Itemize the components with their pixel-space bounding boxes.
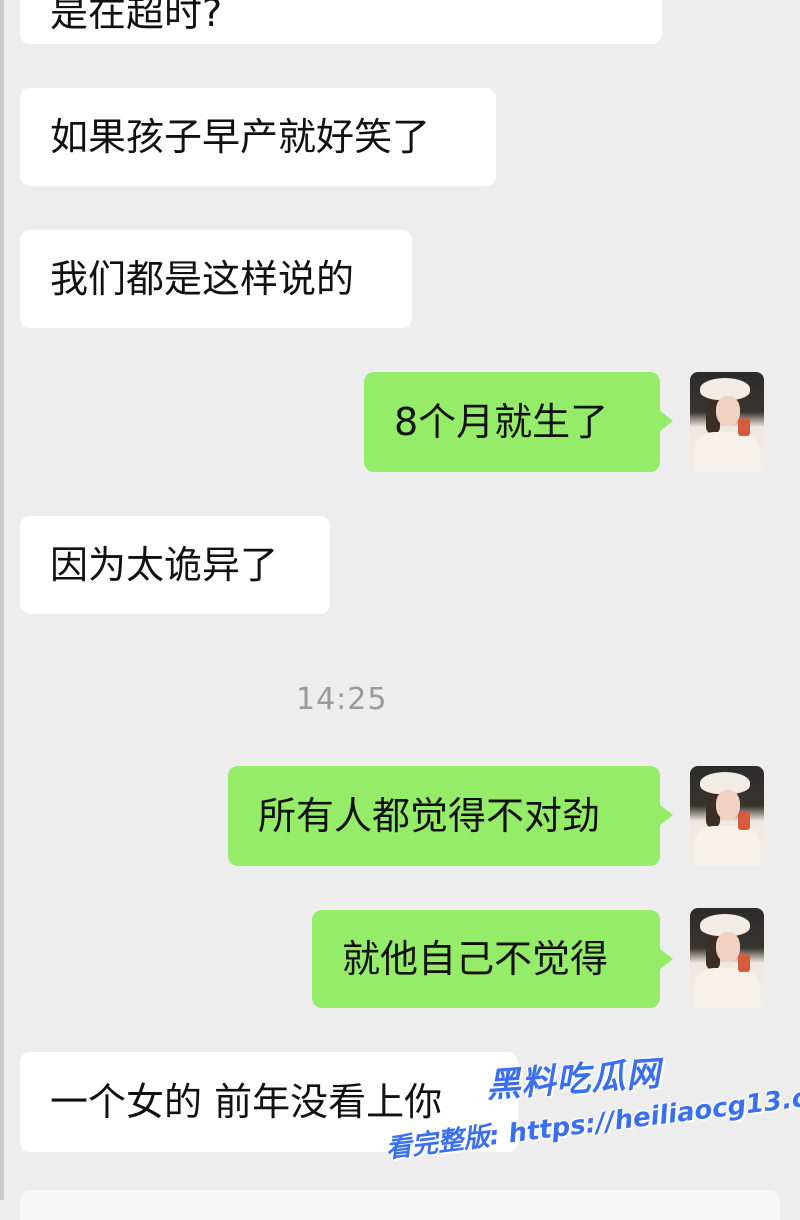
message-text: 一个女的 前年没看上你 xyxy=(50,1080,443,1124)
user-avatar[interactable] xyxy=(690,908,764,1008)
user-avatar[interactable] xyxy=(690,372,764,472)
message-text: 是在超时? xyxy=(50,0,223,35)
message-outgoing[interactable]: 所有人都觉得不对劲 xyxy=(228,766,673,866)
message-text: 8个月就生了 xyxy=(394,400,609,444)
message-outgoing[interactable]: 就他自己不觉得 xyxy=(312,910,673,1008)
message-incoming[interactable]: 因为太诡异了 xyxy=(20,516,330,614)
message-incoming-clipped[interactable]: 是在超时? xyxy=(20,0,662,44)
message-text: 因为太诡异了 xyxy=(50,543,279,587)
message-text: 我们都是这样说的 xyxy=(50,257,355,301)
message-text: 就他自己不觉得 xyxy=(342,937,609,981)
message-timestamp: 14:25 xyxy=(296,682,388,717)
message-text: 如果孩子早产就好笑了 xyxy=(50,115,431,159)
message-incoming[interactable]: 我们都是这样说的 xyxy=(20,230,412,328)
message-outgoing[interactable]: 8个月就生了 xyxy=(364,372,673,472)
message-incoming-clipped[interactable] xyxy=(20,1190,780,1220)
message-incoming[interactable]: 如果孩子早产就好笑了 xyxy=(20,88,496,186)
screen-edge xyxy=(0,0,4,1200)
user-avatar[interactable] xyxy=(690,766,764,866)
message-text: 所有人都觉得不对劲 xyxy=(258,794,601,838)
